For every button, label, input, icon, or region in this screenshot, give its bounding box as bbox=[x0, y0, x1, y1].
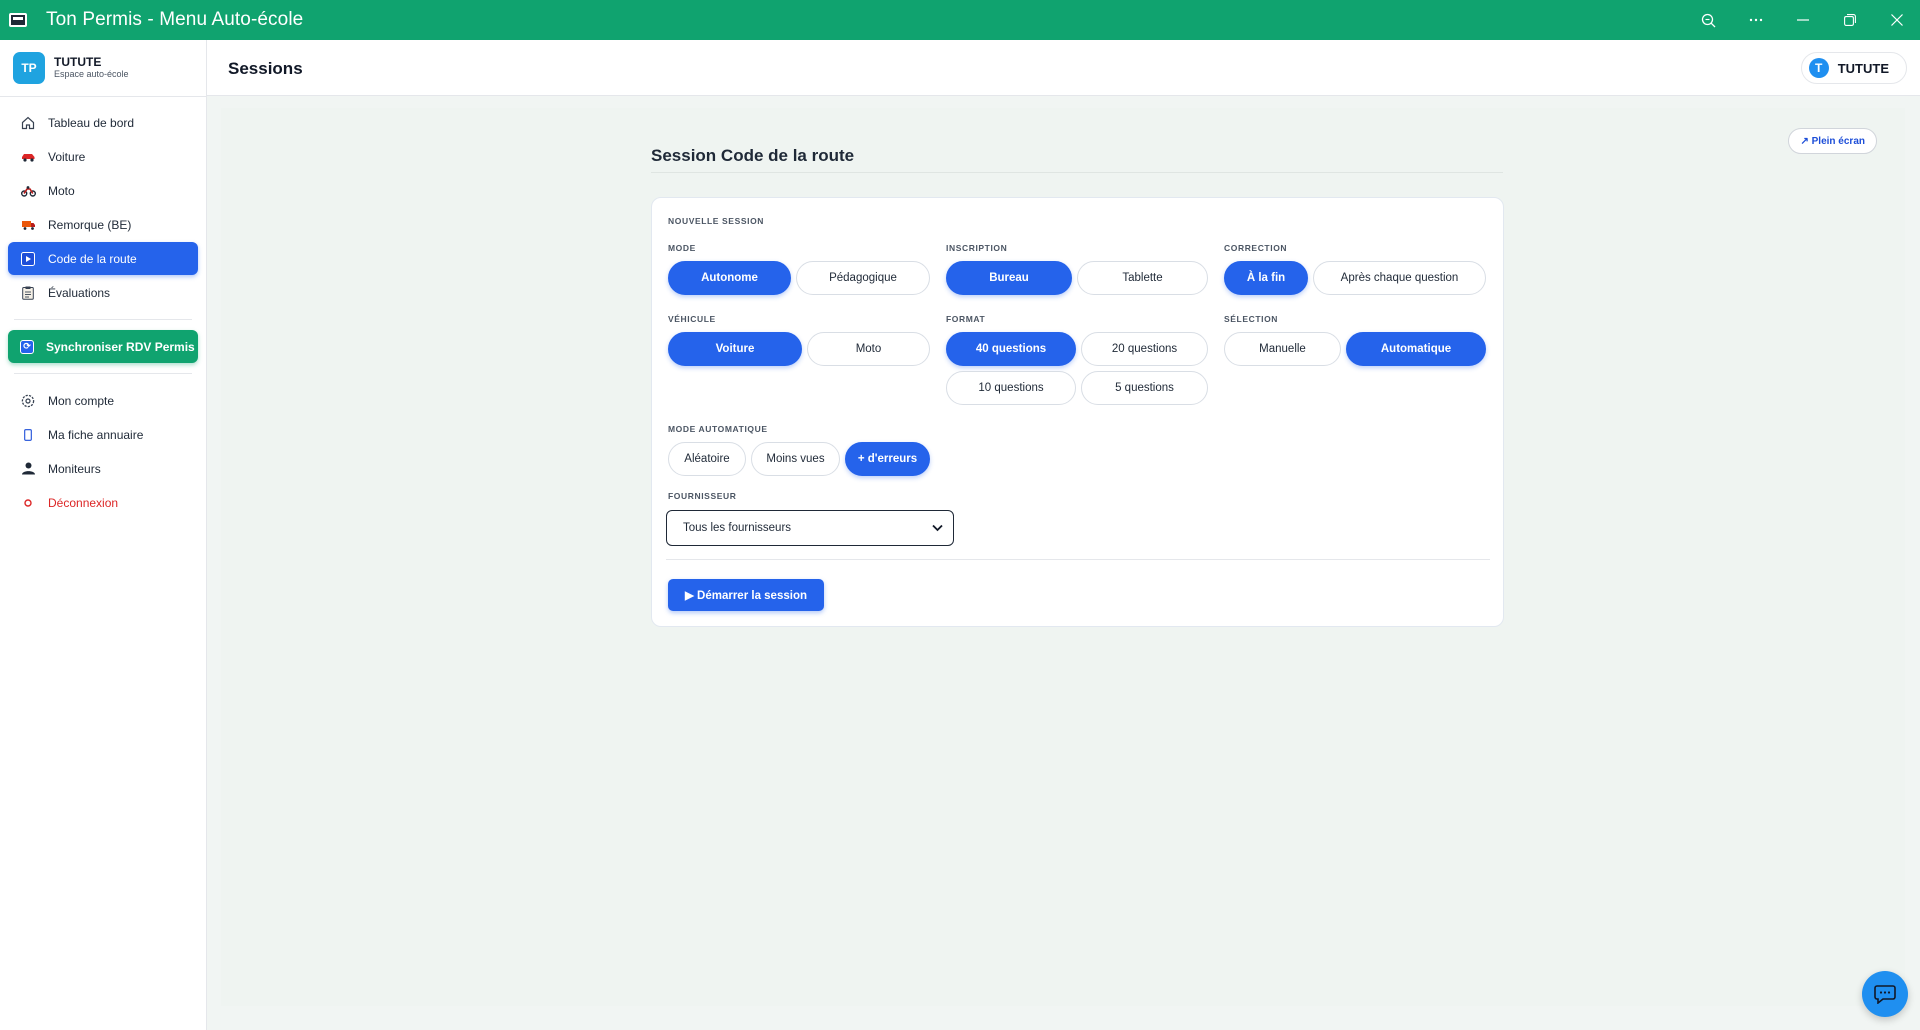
sidebar-divider bbox=[14, 373, 192, 374]
user-name: TUTUTE bbox=[1837, 60, 1889, 76]
window-controls bbox=[1685, 0, 1920, 40]
sidebar-item-moniteurs[interactable]: Moniteurs bbox=[8, 452, 198, 485]
sidebar-item-tableau-de-bord[interactable]: Tableau de bord bbox=[8, 106, 198, 139]
play-icon bbox=[20, 251, 36, 267]
sidebar-item-code-de-la-route[interactable]: Code de la route bbox=[8, 242, 198, 275]
sidebar-nav: Tableau de bord Voiture Moto Remorque (B… bbox=[0, 97, 206, 519]
sidebar-item-label: Moniteurs bbox=[48, 461, 101, 476]
logout-icon bbox=[20, 495, 36, 511]
user-menu-button[interactable]: T TUTUTE bbox=[1800, 52, 1907, 84]
sidebar-item-mon-compte[interactable]: Mon compte bbox=[8, 384, 198, 417]
sidebar-item-evaluations[interactable]: Évaluations bbox=[8, 276, 198, 309]
brand-name: TUTUTE bbox=[54, 54, 102, 69]
selection-automatique-option[interactable]: Automatique bbox=[1346, 332, 1486, 366]
format-40-questions-option[interactable]: 40 questions bbox=[946, 332, 1076, 366]
correction-label: CORRECTION bbox=[1224, 243, 1288, 253]
format-label: FORMAT bbox=[946, 314, 986, 324]
avatar: T bbox=[1808, 58, 1829, 78]
divider bbox=[651, 172, 1503, 173]
mode-pedagogique-option[interactable]: Pédagogique bbox=[796, 261, 930, 295]
phone-icon bbox=[20, 427, 36, 443]
correction-a-la-fin-option[interactable]: À la fin bbox=[1224, 261, 1308, 295]
inscription-label: INSCRIPTION bbox=[946, 243, 1008, 253]
sync-icon: ⟳ bbox=[20, 339, 34, 354]
title-bar: Ton Permis - Menu Auto-école bbox=[0, 0, 1920, 40]
selection-manuelle-option[interactable]: Manuelle bbox=[1224, 332, 1341, 366]
sidebar-item-moto[interactable]: Moto bbox=[8, 174, 198, 207]
sidebar-item-label: Voiture bbox=[48, 149, 86, 164]
truck-icon bbox=[20, 217, 36, 233]
window-title: Ton Permis - Menu Auto-école bbox=[46, 9, 304, 30]
page-title: Sessions bbox=[228, 59, 303, 78]
home-icon bbox=[20, 115, 36, 131]
sidebar-item-label: Code de la route bbox=[48, 251, 137, 266]
gear-icon bbox=[20, 393, 36, 409]
content-area: ↗ Plein écran Session Code de la route N… bbox=[221, 108, 1905, 1006]
mode-auto-aleatoire-option[interactable]: Aléatoire bbox=[668, 442, 746, 476]
mode-autonome-option[interactable]: Autonome bbox=[668, 261, 791, 295]
vehicule-moto-option[interactable]: Moto bbox=[807, 332, 930, 366]
mode-automatique-label: MODE AUTOMATIQUE bbox=[668, 424, 768, 434]
sidebar-divider bbox=[14, 319, 192, 320]
format-10-questions-option[interactable]: 10 questions bbox=[946, 371, 1076, 405]
sidebar-item-label: Moto bbox=[48, 183, 75, 198]
more-icon[interactable] bbox=[1732, 0, 1779, 40]
sync-rdv-permis-button[interactable]: ⟳ Synchroniser RDV Permis bbox=[8, 330, 198, 363]
sidebar-item-deconnexion[interactable]: Déconnexion bbox=[8, 486, 198, 519]
sidebar-item-label: Déconnexion bbox=[48, 495, 119, 510]
format-5-questions-option[interactable]: 5 questions bbox=[1081, 371, 1208, 405]
main-content: ↗ Plein écran Session Code de la route N… bbox=[207, 96, 1920, 1030]
people-icon bbox=[20, 461, 36, 477]
chevron-down-icon bbox=[932, 521, 943, 535]
fournisseur-select[interactable]: Tous les fournisseurs bbox=[666, 510, 954, 546]
session-title: Session Code de la route bbox=[651, 146, 855, 165]
chat-button[interactable] bbox=[1862, 971, 1908, 1017]
sidebar-item-label: Mon compte bbox=[48, 393, 115, 408]
fournisseur-value: Tous les fournisseurs bbox=[683, 522, 792, 534]
sidebar: TP TUTUTE Espace auto-école Tableau de b… bbox=[0, 40, 207, 1030]
sidebar-item-label: Évaluations bbox=[48, 285, 111, 300]
sidebar-item-label: Tableau de bord bbox=[48, 115, 135, 130]
close-icon[interactable] bbox=[1873, 0, 1920, 40]
restore-icon[interactable] bbox=[1826, 0, 1873, 40]
brand-subtitle: Espace auto-école bbox=[54, 69, 129, 80]
selection-label: SÉLECTION bbox=[1224, 314, 1279, 324]
start-session-button[interactable]: ▶ Démarrer la session bbox=[668, 579, 824, 611]
sidebar-item-label: Remorque (BE) bbox=[48, 217, 132, 232]
motorcycle-icon bbox=[20, 183, 36, 199]
mode-auto-moins-vues-option[interactable]: Moins vues bbox=[751, 442, 840, 476]
brand: TP TUTUTE Espace auto-école bbox=[0, 40, 206, 97]
mode-label: MODE bbox=[668, 243, 696, 253]
fournisseur-label: FOURNISSEUR bbox=[668, 491, 737, 501]
car-icon bbox=[20, 149, 36, 165]
correction-apres-chaque-question-option[interactable]: Après chaque question bbox=[1313, 261, 1486, 295]
minimize-icon[interactable] bbox=[1779, 0, 1826, 40]
search-icon[interactable] bbox=[1685, 0, 1732, 40]
sidebar-item-label: Ma fiche annuaire bbox=[48, 427, 144, 442]
sidebar-item-remorque[interactable]: Remorque (BE) bbox=[8, 208, 198, 241]
vehicule-voiture-option[interactable]: Voiture bbox=[668, 332, 802, 366]
inscription-tablette-option[interactable]: Tablette bbox=[1077, 261, 1208, 295]
chat-icon bbox=[1874, 985, 1896, 1004]
brand-logo: TP bbox=[13, 52, 45, 84]
inscription-bureau-option[interactable]: Bureau bbox=[946, 261, 1072, 295]
sidebar-item-ma-fiche-annuaire[interactable]: Ma fiche annuaire bbox=[8, 418, 198, 451]
fullscreen-button[interactable]: ↗ Plein écran bbox=[1788, 128, 1877, 154]
format-20-questions-option[interactable]: 20 questions bbox=[1081, 332, 1208, 366]
clipboard-icon bbox=[20, 285, 36, 301]
mode-auto-plus-erreurs-option[interactable]: + d'erreurs bbox=[845, 442, 930, 476]
app-icon bbox=[9, 13, 27, 27]
new-session-card: NOUVELLE SESSION MODE INSCRIPTION CORREC… bbox=[651, 197, 1504, 627]
page-header: Sessions T TUTUTE bbox=[207, 40, 1920, 96]
sidebar-item-voiture[interactable]: Voiture bbox=[8, 140, 198, 173]
new-session-heading: NOUVELLE SESSION bbox=[668, 216, 765, 226]
vehicule-label: VÉHICULE bbox=[668, 314, 716, 324]
divider bbox=[666, 559, 1490, 560]
sync-label: Synchroniser RDV Permis bbox=[46, 339, 195, 354]
